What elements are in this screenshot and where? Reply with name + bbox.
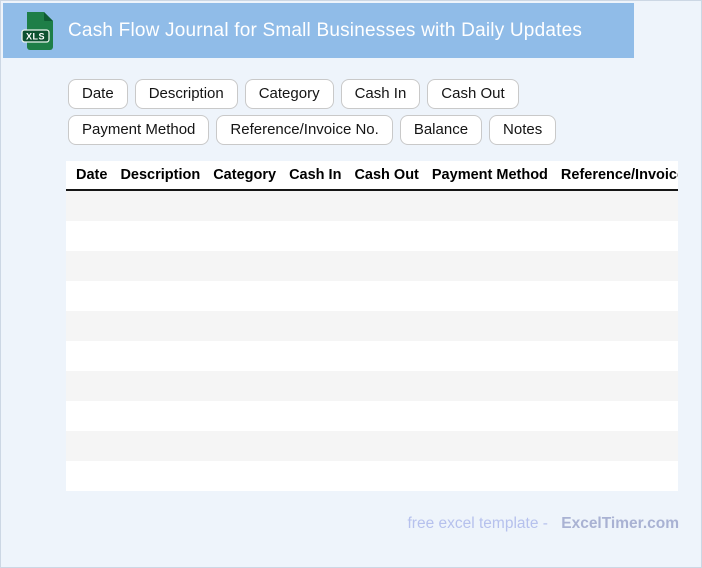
column-header-category: Category bbox=[213, 167, 277, 183]
xls-file-icon: XLS bbox=[21, 11, 53, 50]
chip-notes[interactable]: Notes bbox=[489, 115, 557, 145]
footer: free excel template - ExcelTimer.com bbox=[407, 515, 679, 533]
chip-cash-in[interactable]: Cash In bbox=[340, 79, 421, 109]
footer-text: free excel template - bbox=[407, 515, 548, 532]
column-header-payment-method: Payment Method bbox=[431, 167, 548, 183]
column-header-cash-in: Cash In bbox=[289, 167, 342, 183]
chip-date[interactable]: Date bbox=[68, 79, 128, 109]
column-header-reference-invoice: Reference/Invoice bbox=[560, 167, 678, 183]
chip-cash-out[interactable]: Cash Out bbox=[427, 79, 519, 109]
table-row bbox=[66, 341, 678, 371]
page-title: Cash Flow Journal for Small Businesses w… bbox=[68, 19, 583, 41]
page: XLS Cash Flow Journal for Small Business… bbox=[0, 0, 702, 568]
table-header-row: Date Description Category Cash In Cash Out Pa… bbox=[66, 161, 678, 191]
table-row bbox=[66, 461, 678, 491]
table-row bbox=[66, 431, 678, 461]
table-row bbox=[66, 191, 678, 221]
table-row bbox=[66, 371, 678, 401]
table-row bbox=[66, 401, 678, 431]
table-row bbox=[66, 251, 678, 281]
column-header-description: Description bbox=[120, 167, 201, 183]
footer-brand-link[interactable]: ExcelTimer.com bbox=[561, 515, 679, 532]
table-row bbox=[66, 311, 678, 341]
table-body bbox=[66, 191, 678, 491]
journal-table: Date Description Category Cash In Cash Out Pa… bbox=[66, 161, 678, 491]
table-row bbox=[66, 221, 678, 251]
chip-reference-invoice-no[interactable]: Reference/Invoice No. bbox=[216, 115, 393, 145]
column-chips: Date Description Category Cash In Cash Out Pa… bbox=[68, 79, 628, 145]
column-header-date: Date bbox=[76, 167, 108, 183]
chip-payment-method[interactable]: Payment Method bbox=[68, 115, 210, 145]
chip-description[interactable]: Description bbox=[134, 79, 238, 109]
title-banner: XLS Cash Flow Journal for Small Business… bbox=[3, 3, 634, 58]
column-header-cash-out: Cash Out bbox=[354, 167, 419, 183]
table-row bbox=[66, 281, 678, 311]
chip-balance[interactable]: Balance bbox=[399, 115, 483, 145]
svg-text:XLS: XLS bbox=[26, 31, 45, 41]
chip-category[interactable]: Category bbox=[244, 79, 334, 109]
